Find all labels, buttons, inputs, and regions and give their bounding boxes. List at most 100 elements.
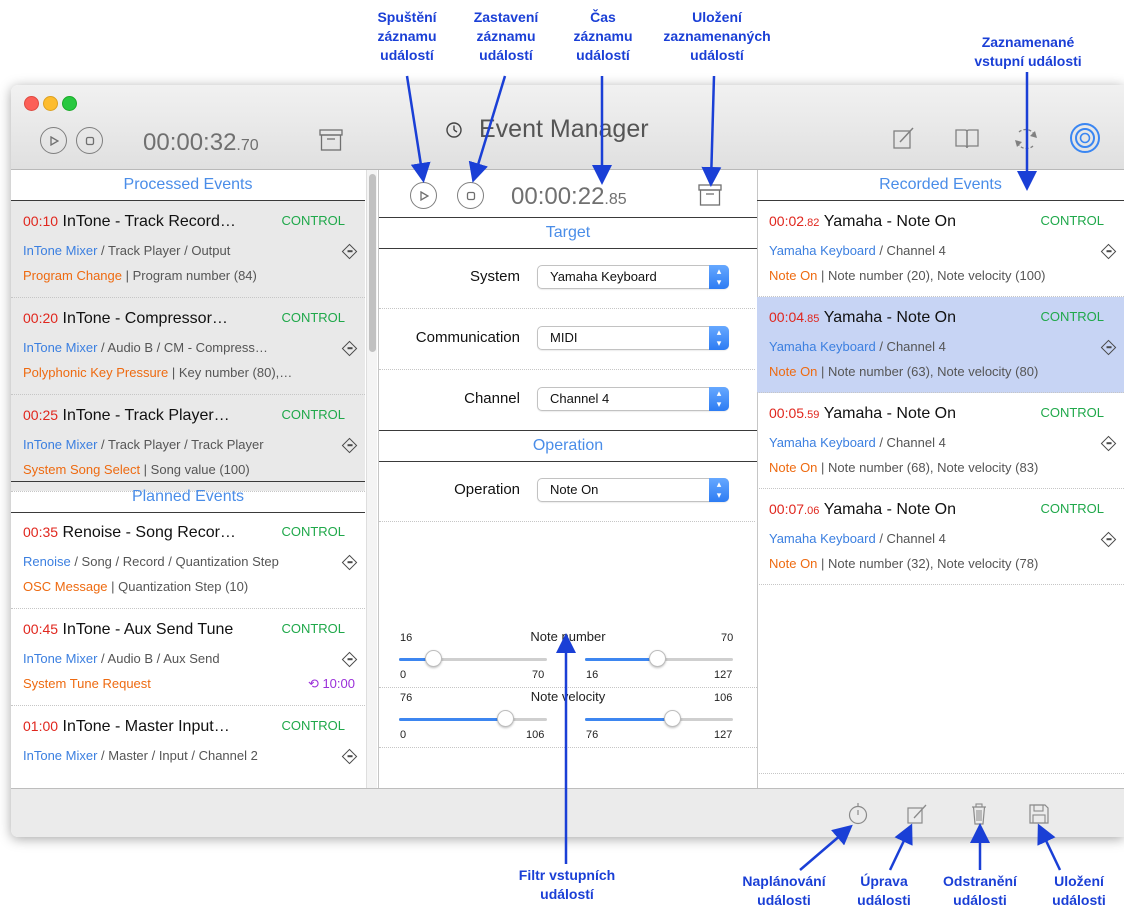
play-icon xyxy=(419,190,429,201)
event-source: Yamaha Keyboard xyxy=(769,531,876,546)
note-velocity-right-value: 106 xyxy=(714,692,733,704)
note-velocity-min-slider[interactable] xyxy=(399,710,547,727)
left-scroll-thumb[interactable] xyxy=(369,174,376,352)
channel-select[interactable]: Channel 4 ▴ ▾ xyxy=(537,387,729,411)
annotation-start-recording: Spuštění záznamu událostí xyxy=(377,9,437,63)
communication-select[interactable]: MIDI ▴ ▾ xyxy=(537,326,729,350)
monitor-toolbar-button[interactable] xyxy=(1069,122,1101,159)
planned-event-row[interactable]: 00:45 InTone - Aux Send Tune CONTROL InTon… xyxy=(11,609,365,706)
processed-event-row[interactable]: 00:20 InTone - Compressor… CONTROL InTone … xyxy=(11,298,365,395)
recorded-event-row[interactable]: 00:02.82 Yamaha - Note On CONTROL Yamaha K… xyxy=(757,201,1124,297)
note-velocity-right-min: 76 xyxy=(586,729,599,741)
event-detail: | Note number (68), Note velocity (83) xyxy=(817,460,1039,475)
slider-knob[interactable] xyxy=(649,650,666,667)
recorded-event-row[interactable]: 00:04.85 Yamaha - Note On CONTROL Yamaha K… xyxy=(757,297,1124,393)
archive-icon xyxy=(319,129,343,151)
save-event-button[interactable] xyxy=(1028,803,1050,830)
delete-event-button[interactable] xyxy=(970,802,988,831)
event-title: Renoise - Song Recor… xyxy=(62,524,236,541)
planned-event-row[interactable]: 00:35 Renoise - Song Recor… CONTROL Renois… xyxy=(11,512,365,609)
event-title: InTone - Track Record… xyxy=(62,213,236,230)
diamond-arrow-icon xyxy=(341,340,358,357)
library-toolbar-button[interactable] xyxy=(953,126,981,155)
processed-event-row[interactable]: 00:25 InTone - Track Player… CONTROL InTon… xyxy=(11,395,365,492)
sync-toolbar-button[interactable] xyxy=(1011,124,1041,159)
minimize-window-button[interactable] xyxy=(43,96,58,111)
left-scrollbar[interactable] xyxy=(366,170,377,788)
main-archive-button[interactable] xyxy=(318,128,344,157)
slider-knob[interactable] xyxy=(497,710,515,727)
close-window-button[interactable] xyxy=(24,96,39,111)
annotation-save-recorded: Uložení zaznamenaných událostí xyxy=(663,9,771,63)
event-source: InTone Mixer xyxy=(23,243,98,258)
event-type: System Song Select xyxy=(23,462,141,477)
system-select[interactable]: Yamaha Keyboard ▴ ▾ xyxy=(537,265,729,289)
event-detail: | Quantization Step (10) xyxy=(107,579,249,594)
note-number-right-min: 16 xyxy=(586,669,599,681)
note-velocity-max-slider[interactable] xyxy=(585,710,733,727)
control-badge: CONTROL xyxy=(281,524,345,539)
event-path: / Master / Input / Channel 2 xyxy=(97,748,258,763)
event-time: 00:35 xyxy=(23,524,59,540)
operation-select[interactable]: Note On ▴ ▾ xyxy=(537,478,729,502)
event-title: Yamaha - Note On xyxy=(823,405,957,422)
main-stop-button[interactable] xyxy=(76,127,103,154)
event-title: Yamaha - Note On xyxy=(823,213,957,230)
edit-event-button[interactable] xyxy=(906,803,928,830)
note-velocity-label: Note velocity xyxy=(530,689,606,704)
event-title: InTone - Compressor… xyxy=(62,310,228,327)
bottom-toolbar xyxy=(11,788,1124,837)
event-detail: | Note number (63), Note velocity (80) xyxy=(817,364,1039,379)
note-velocity-filter: 76 Note velocity 106 0 106 76 127 xyxy=(379,687,757,748)
event-path: / Track Player / Output xyxy=(97,243,231,258)
note-velocity-right-max: 127 xyxy=(714,729,733,741)
event-time: 01:00 xyxy=(23,718,59,734)
event-title: InTone - Track Player… xyxy=(62,407,230,424)
annotation-input-filter: Filtr vstupních událostí xyxy=(518,867,616,902)
note-number-left-max: 70 xyxy=(532,669,545,681)
event-type: Polyphonic Key Pressure xyxy=(23,365,169,380)
note-number-right-value: 70 xyxy=(721,632,734,644)
event-time-fraction: .59 xyxy=(804,409,820,421)
app-window: 00:00:32.70 Event Manager Processed Even… xyxy=(11,85,1124,837)
diamond-arrow-icon xyxy=(341,243,358,260)
save-recorded-button[interactable] xyxy=(697,183,723,212)
recorded-event-row[interactable]: 00:07.06 Yamaha - Note On CONTROL Yamaha K… xyxy=(757,489,1124,585)
note-number-max-slider[interactable] xyxy=(585,650,733,667)
event-source: Yamaha Keyboard xyxy=(769,435,876,450)
target-header: Target xyxy=(379,217,757,249)
processed-events-header: Processed Events xyxy=(11,170,365,201)
diamond-arrow-icon xyxy=(341,437,358,454)
event-detail: | Note number (32), Note velocity (78) xyxy=(817,556,1039,571)
note-number-min-slider[interactable] xyxy=(399,650,547,667)
planned-event-row[interactable]: 01:00 InTone - Master Input… CONTROL InTon… xyxy=(11,706,365,788)
compose-toolbar-button[interactable] xyxy=(891,125,917,156)
event-type: System Tune Request xyxy=(23,676,151,691)
zoom-window-button[interactable] xyxy=(62,96,77,111)
channel-row: Channel Channel 4 ▴ ▾ xyxy=(379,370,755,431)
repeat-interval: 10:00 xyxy=(322,676,355,691)
event-type: OSC Message xyxy=(23,579,108,594)
repeat-badge: ⟲ 10:00 xyxy=(308,674,355,694)
annotation-save-event: Uložení události xyxy=(1052,873,1106,908)
main-play-button[interactable] xyxy=(40,127,67,154)
event-path: / Audio B / CM - Compress… xyxy=(97,340,268,355)
annotation-delete-event: Odstranění události xyxy=(943,873,1017,908)
note-number-right-max: 127 xyxy=(714,669,733,681)
processed-event-row[interactable]: 00:10 InTone - Track Record… CONTROL InTon… xyxy=(11,201,365,298)
planned-events-list: 00:35 Renoise - Song Recor… CONTROL Renois… xyxy=(11,512,365,788)
slider-knob[interactable] xyxy=(664,710,682,727)
play-icon xyxy=(49,135,59,146)
event-type: Note On xyxy=(769,460,818,475)
record-stop-button[interactable] xyxy=(457,182,484,209)
slider-knob[interactable] xyxy=(424,650,442,667)
diamond-arrow-icon xyxy=(1100,531,1117,548)
recorder-panel: 00:00:22.85 Target System Yamaha Keyboar… xyxy=(378,170,758,788)
communication-label: Communication xyxy=(415,329,520,346)
schedule-event-button[interactable] xyxy=(847,802,869,831)
record-start-button[interactable] xyxy=(410,182,437,209)
event-time: 00:45 xyxy=(23,621,59,637)
recorded-event-row[interactable]: 00:05.59 Yamaha - Note On CONTROL Yamaha K… xyxy=(757,393,1124,489)
recorded-list-divider xyxy=(757,773,1124,774)
control-badge: CONTROL xyxy=(281,407,345,422)
